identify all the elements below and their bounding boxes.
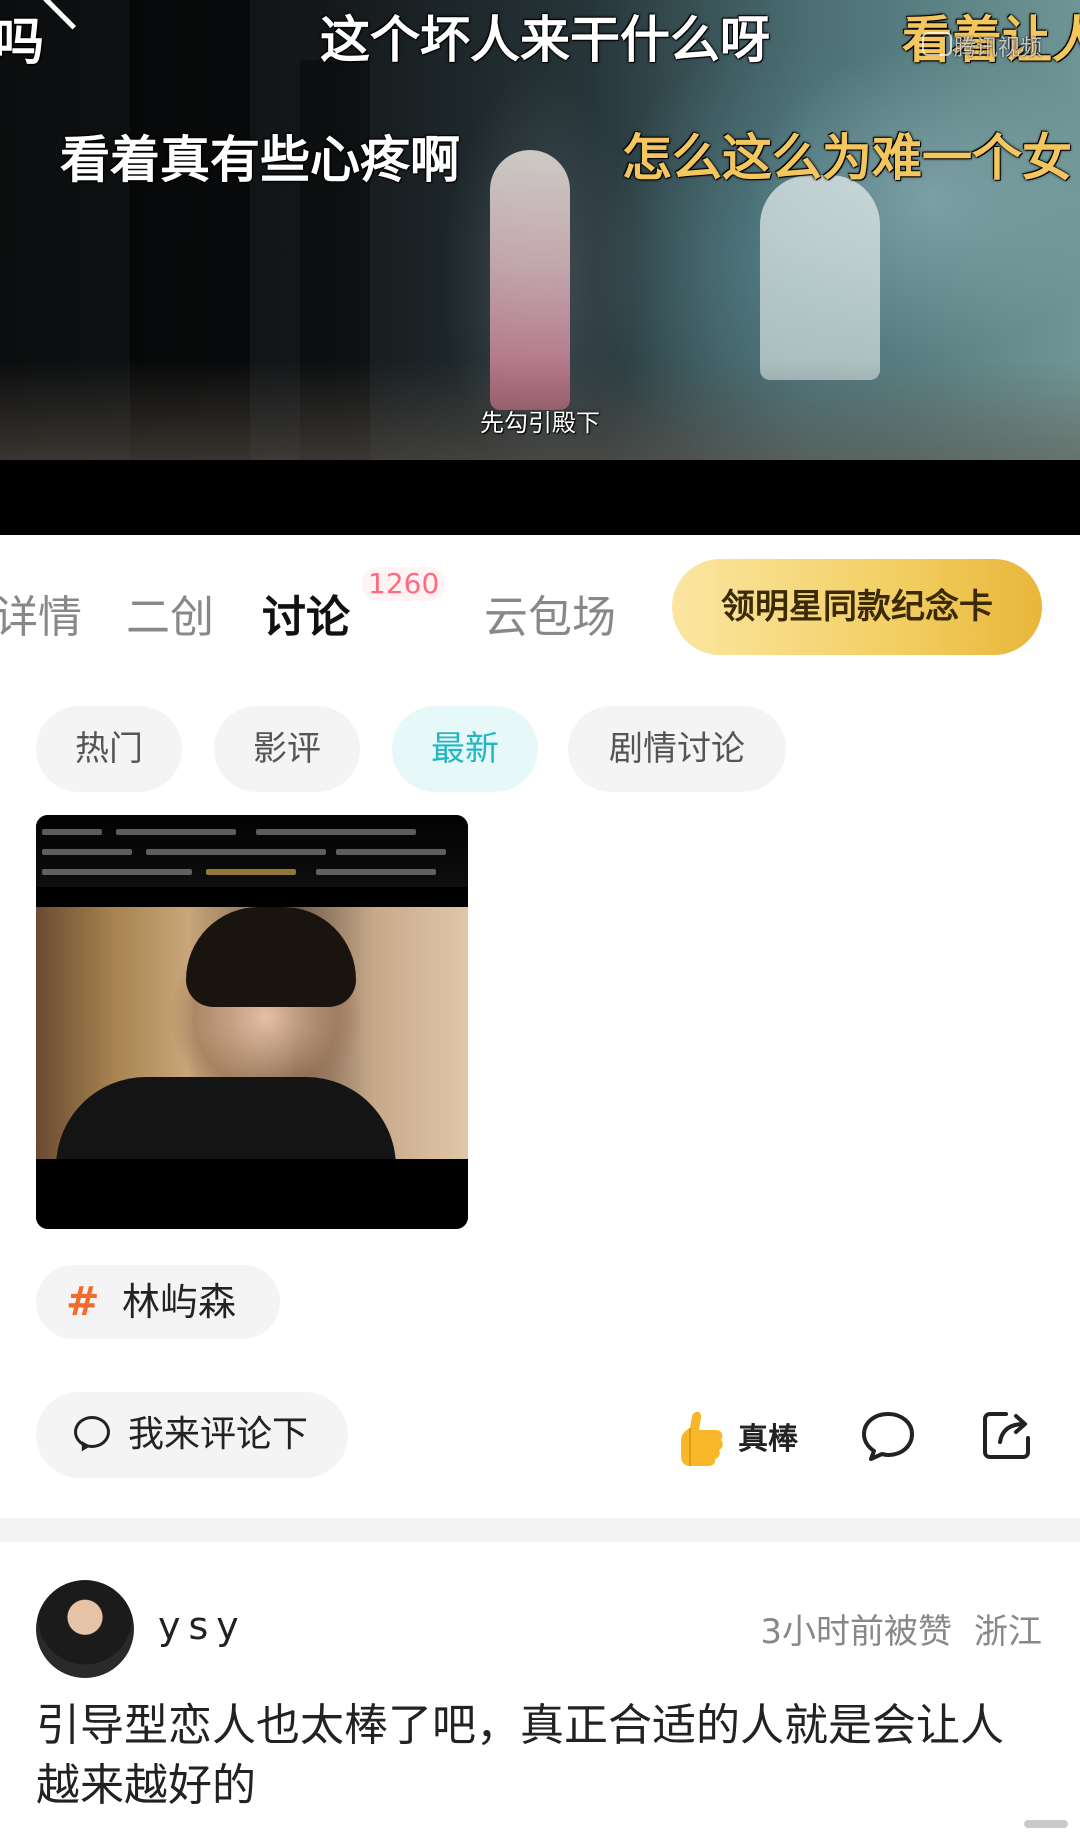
tab-details[interactable]: 详情 [0,581,82,645]
comment-location: 浙江 [974,1612,1042,1652]
robe-figure [760,175,880,380]
tencent-video-logo-icon [922,32,952,56]
danmu-comment: 怎么这么为难一个女 [622,129,1072,187]
tab-fan-creations[interactable]: 二创 [126,581,214,645]
avatar[interactable] [36,1580,134,1678]
home-indicator [1024,1820,1068,1828]
section-divider [0,1518,1080,1542]
thumbs-up-icon[interactable] [678,1408,724,1468]
tab-discussion[interactable]: 讨论 [262,581,350,645]
content-tabs: 详情 二创 讨论 1260 云包场 领明星同款纪念卡 [0,555,1080,665]
video-player[interactable]: 吗 这个坏人来干什么呀 看着让人 看着真有些心疼啊 怎么这么为难一个女 腾讯视频… [0,0,1080,535]
filter-hot[interactable]: 热门 [36,706,182,792]
filter-plot-discussion[interactable]: 剧情讨论 [568,706,786,792]
still-photo [36,907,468,1167]
comment-body: 引导型恋人也太棒了吧，真正合适的人就是会让人越来越好的 [36,1700,1004,1811]
post-image[interactable] [36,815,468,1229]
subtitle: 先勾引殿下 [480,409,600,437]
topic-tag-label: 林屿森 [122,1280,237,1324]
comment-meta: 3小时前被赞 浙江 [760,1604,1042,1653]
topic-tag[interactable]: # 林屿森 [36,1265,280,1339]
danmu-comment: 看着真有些心疼啊 [60,131,460,189]
comment-prompt: 我来评论下 [128,1414,309,1455]
watermark: 腾讯视频 [954,36,1043,61]
comment-time: 3小时前被赞 [760,1612,952,1652]
like-label[interactable]: 真棒 [738,1414,798,1458]
filter-latest[interactable]: 最新 [392,706,538,792]
comment-bubble-icon [74,1416,110,1448]
share-icon[interactable] [980,1408,1034,1462]
danmu-comment: 这个坏人来干什么呀 [320,11,770,69]
tab-cloud-screening[interactable]: 云包场 [484,581,616,645]
username[interactable]: ysy [158,1604,247,1648]
discussion-count-badge: 1260 [362,567,446,601]
star-card-button[interactable]: 领明星同款纪念卡 [672,559,1042,655]
danmu-comment: 吗 [0,13,44,71]
filter-review[interactable]: 影评 [214,706,360,792]
message-icon[interactable] [860,1410,916,1462]
hashtag-icon: # [66,1279,100,1325]
write-comment-button[interactable]: 我来评论下 [36,1392,348,1478]
